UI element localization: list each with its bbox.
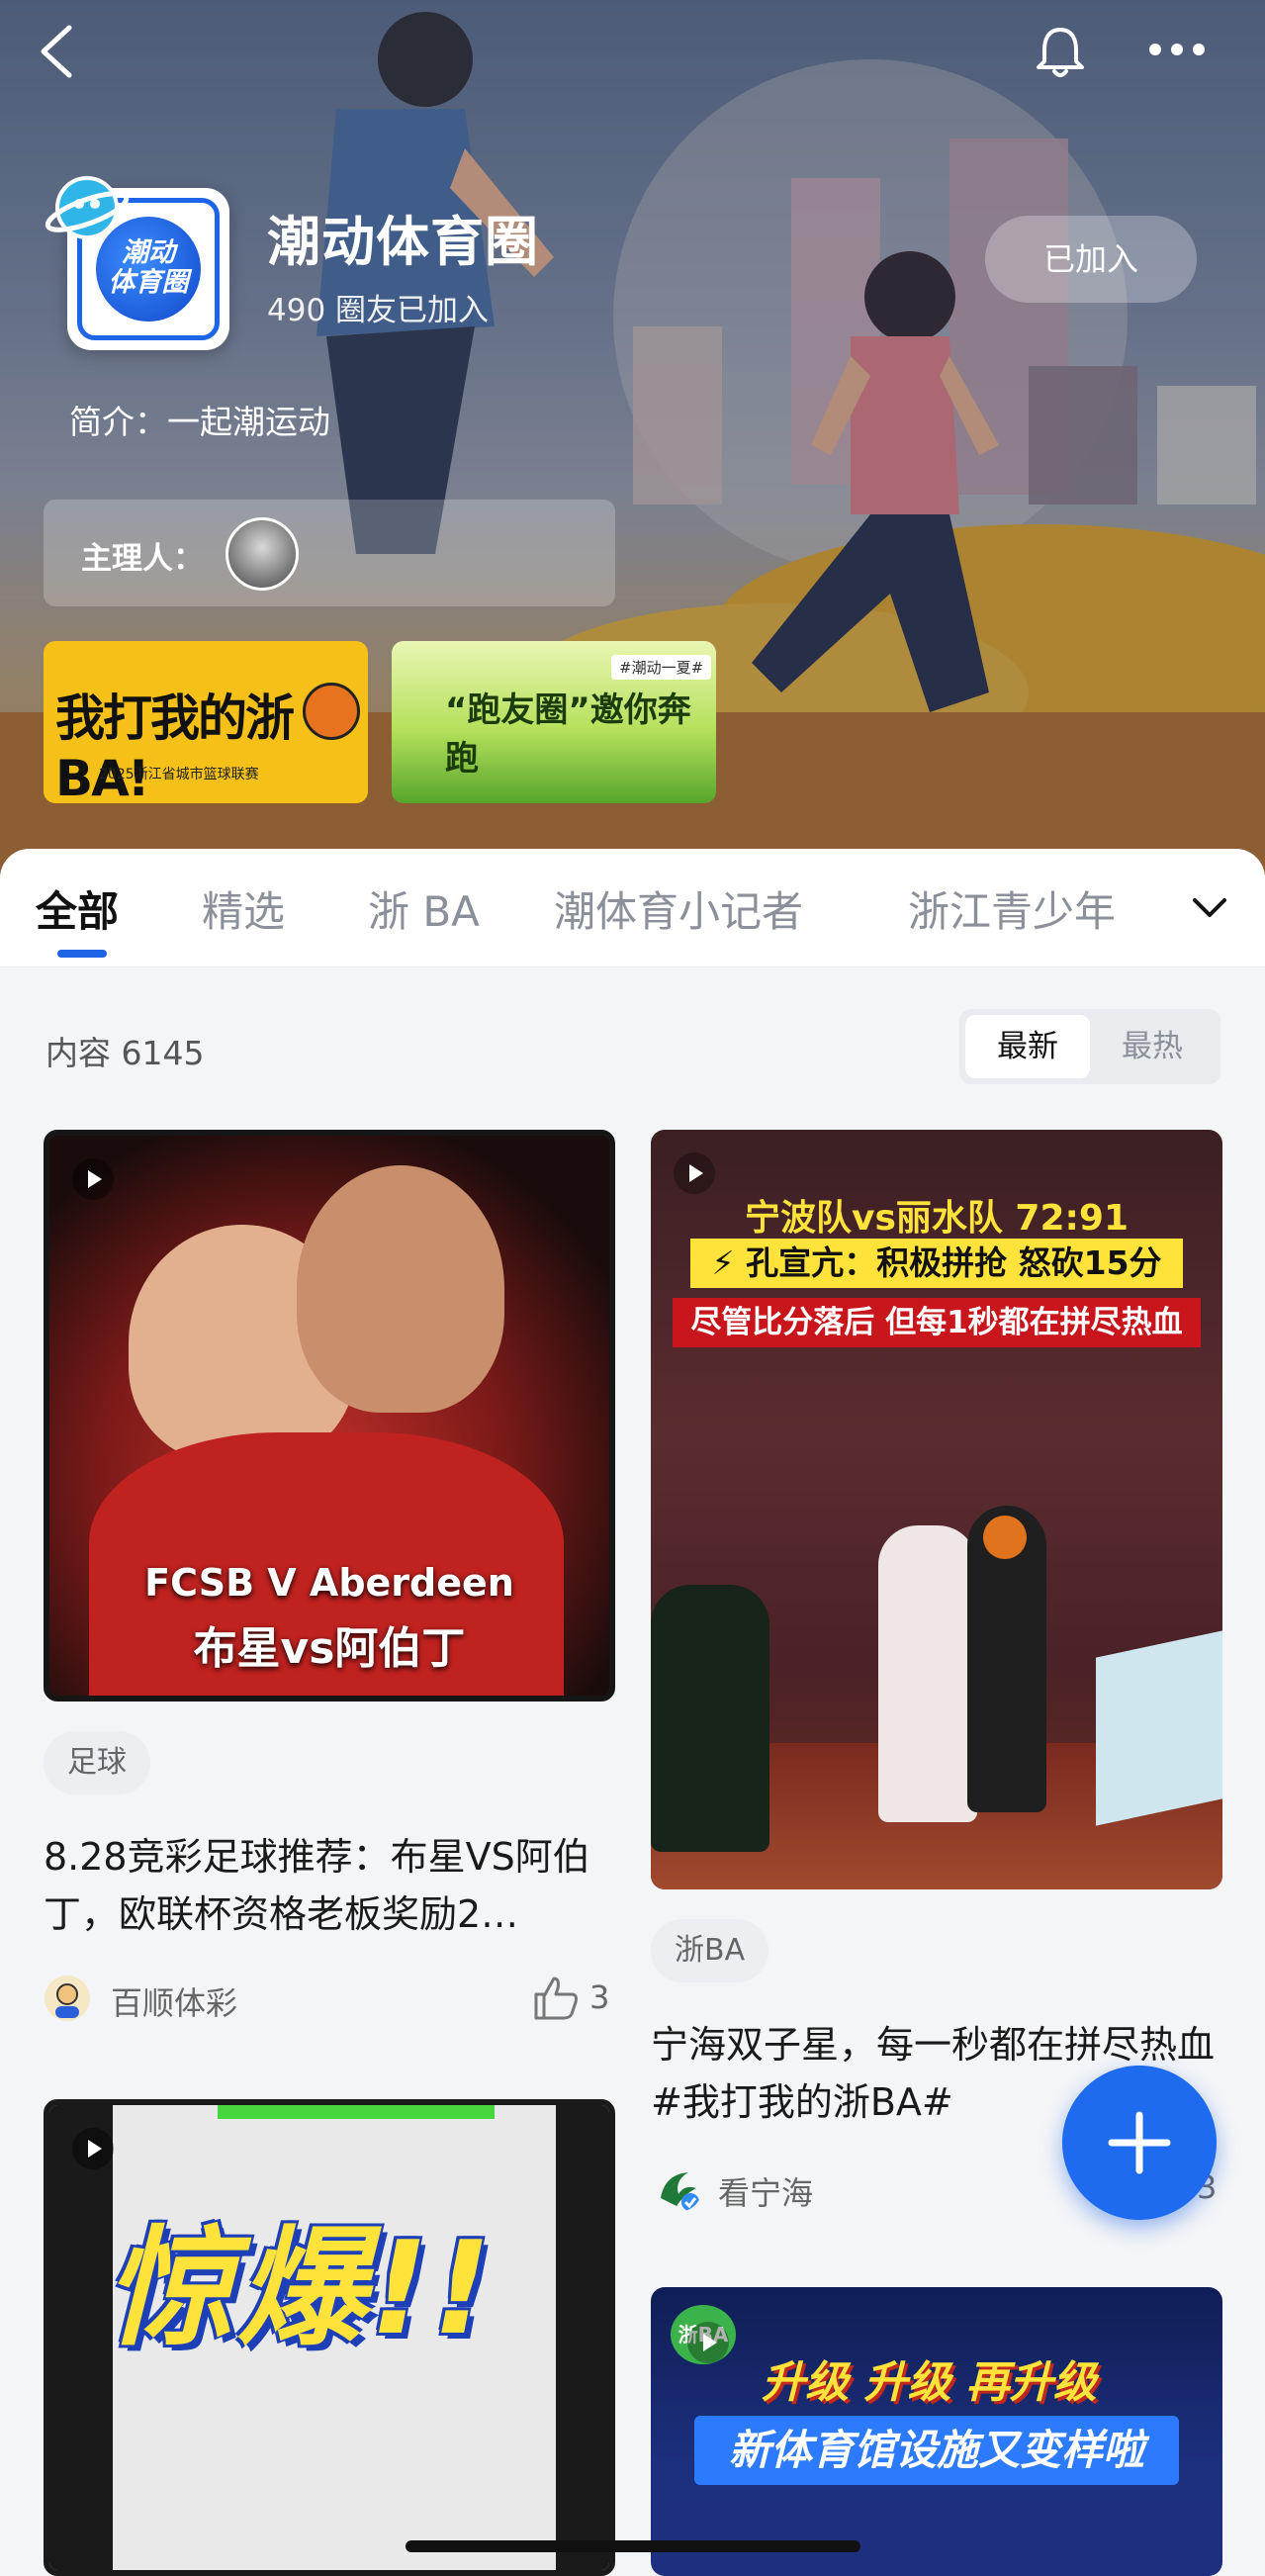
player-figure (878, 1525, 977, 1822)
bell-icon[interactable] (1035, 24, 1086, 79)
thumbnail-headline: 惊爆!! (105, 2213, 496, 2363)
chevron-down-icon[interactable] (1187, 884, 1232, 930)
author-avatar[interactable] (44, 1975, 91, 2022)
play-icon (72, 2128, 114, 2169)
group-intro: 简介：一起潮运动 (69, 403, 330, 441)
thumbnail-score: 宁波队vs丽水队 72:91 (744, 1198, 1129, 1239)
post-tag[interactable]: 浙BA (651, 1919, 769, 1982)
thumbnail-title-zh: 布星vs阿伯丁 (193, 1623, 466, 1674)
author-avatar[interactable] (655, 2164, 702, 2212)
home-indicator[interactable] (406, 2540, 860, 2552)
tab-zhejiang-youth[interactable]: 浙江青少年 (908, 878, 1116, 939)
like-count: 3 (589, 1978, 610, 2016)
more-options-icon[interactable] (1147, 28, 1207, 71)
group-header: 潮动 体育圈 潮动体育圈 490 圈友已加入 已加入 简介：一起潮运动 主理人：… (0, 0, 1265, 890)
post-thumbnail[interactable]: FCSB V Aberdeen 布星vs阿伯丁 (44, 1130, 615, 1702)
banner-subtitle: 2025浙江省城市篮球联赛 (99, 767, 259, 782)
manager-label: 主理人： (81, 541, 204, 577)
group-name: 潮动体育圈 (267, 211, 539, 273)
post-tag[interactable]: 足球 (44, 1731, 150, 1794)
progress-strip (218, 2105, 495, 2119)
post-title[interactable]: 8.28竞彩足球推荐：布星VS阿伯丁，欧联杯资格老板奖励2… (44, 1828, 615, 1943)
banner-title: “跑友圈”邀你奔跑 (445, 690, 691, 779)
post-thumbnail[interactable]: 惊爆!! (44, 2099, 615, 2576)
tab-bar: 全部 精选 浙 BA 潮体育小记者 浙江青少年 (0, 849, 1265, 967)
member-count: 490 圈友已加入 (267, 293, 490, 328)
manager-avatar[interactable] (226, 517, 299, 591)
sort-hottest[interactable]: 最热 (1090, 1015, 1215, 1078)
author-name[interactable]: 百顺体彩 (111, 1978, 237, 2024)
side-bar (49, 2105, 113, 2570)
post-thumbnail[interactable]: 浙BA 升级 升级 再升级 新体育馆设施又变样啦 (651, 2287, 1222, 2576)
content-sheet: 全部 精选 浙 BA 潮体育小记者 浙江青少年 内容 6145 最新 最热 FC… (0, 849, 1265, 2576)
manager-section[interactable]: 主理人： (44, 500, 615, 606)
player-figure (297, 1165, 504, 1413)
banner-zhe-ba[interactable]: 我打我的浙BA! 2025浙江省城市篮球联赛 (44, 641, 368, 803)
player-figure (651, 1585, 769, 1852)
billboard (1096, 1630, 1222, 1826)
joined-button[interactable]: 已加入 (985, 216, 1197, 303)
basketball-icon (303, 683, 360, 740)
content-count: 内容 6145 (45, 1034, 205, 1072)
author-name[interactable]: 看宁海 (718, 2168, 813, 2214)
planet-badge-icon (45, 176, 130, 239)
sort-latest[interactable]: 最新 (965, 1015, 1090, 1078)
thumbnail-headline: 升级 升级 再升级 (762, 2357, 1097, 2408)
basketball (983, 1516, 1027, 1559)
back-arrow-icon[interactable] (34, 22, 81, 81)
create-post-button[interactable] (1062, 2066, 1217, 2220)
play-icon (687, 2322, 729, 2363)
tab-zhe-ba[interactable]: 浙 BA (368, 878, 480, 939)
thumbnail-title-en: FCSB V Aberdeen (144, 1561, 514, 1605)
thumbnail-caption: 尽管比分落后 但每1秒都在拼尽热血 (673, 1298, 1201, 1347)
banner-running-club[interactable]: #潮动一夏# “跑友圈”邀你奔跑 (392, 641, 716, 803)
side-bar (556, 2105, 609, 2570)
play-icon (72, 1158, 114, 1200)
thumbnail-subheadline: 新体育馆设施又变样啦 (694, 2416, 1179, 2485)
sort-toggle: 最新 最热 (959, 1009, 1220, 1084)
tab-reporter[interactable]: 潮体育小记者 (554, 878, 803, 939)
logo-text-line2: 体育圈 (108, 267, 189, 298)
post-thumbnail[interactable]: 宁波队vs丽水队 72:91 ⚡ 孔宣亢：积极拼抢 怒砍15分 尽管比分落后 但… (651, 1130, 1222, 1889)
tab-all[interactable]: 全部 (36, 878, 119, 939)
thumbs-up-icon[interactable] (530, 1973, 582, 2024)
thumbnail-highlight: ⚡ 孔宣亢：积极拼抢 怒砍15分 (690, 1239, 1183, 1288)
tab-featured[interactable]: 精选 (202, 878, 285, 939)
active-tab-indicator (57, 950, 107, 958)
tab-fade (1108, 849, 1197, 966)
banner-tag: #潮动一夏# (611, 655, 712, 680)
